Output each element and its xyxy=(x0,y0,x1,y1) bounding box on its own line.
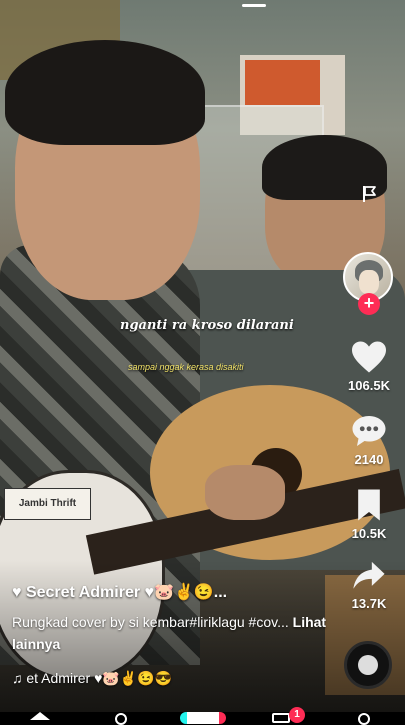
lyric-line-1: nganti ra kroso dilarani xyxy=(120,318,294,333)
share-count: 13.7K xyxy=(351,596,387,611)
share-icon xyxy=(353,561,385,589)
comment-count: 2140 xyxy=(354,452,384,467)
like-count: 106.5K xyxy=(348,378,390,393)
hand-right xyxy=(205,465,285,520)
profile-icon[interactable] xyxy=(358,713,370,725)
home-icon[interactable] xyxy=(30,712,50,720)
comment-icon xyxy=(352,416,386,446)
inbox-icon[interactable] xyxy=(272,713,290,723)
description-text: Rungkad cover by si kembar#liriklagu #co… xyxy=(12,614,289,630)
comment-button[interactable]: 2140 xyxy=(340,414,398,467)
lyric-line-2: sampai nggak kerasa disakiti xyxy=(128,362,244,372)
sound-label[interactable]: ♫ et Admirer ♥🐷✌😉😎 xyxy=(12,670,172,687)
guitar-sticker: Jambi Thrift xyxy=(4,488,91,520)
video-description[interactable]: Rungkad cover by si kembar#liriklagu #co… xyxy=(12,611,332,655)
follow-button[interactable]: + xyxy=(358,293,380,315)
save-count: 10.5K xyxy=(351,526,387,541)
bookmark-icon xyxy=(358,489,380,521)
inbox-badge: 1 xyxy=(289,707,305,723)
heart-icon xyxy=(352,341,386,373)
person-left-hair xyxy=(5,40,205,145)
share-button[interactable]: 13.7K xyxy=(340,560,398,611)
username[interactable]: ♥ Secret Admirer ♥🐷✌😉... xyxy=(12,582,227,602)
like-button[interactable]: 106.5K xyxy=(340,340,398,393)
flag-icon[interactable] xyxy=(360,184,380,204)
friends-icon[interactable] xyxy=(115,713,127,725)
save-button[interactable]: 10.5K xyxy=(340,488,398,541)
top-indicator xyxy=(242,4,266,7)
orange-box xyxy=(245,60,320,105)
music-disc-icon[interactable] xyxy=(344,641,392,689)
bottom-nav xyxy=(0,712,405,725)
create-button[interactable] xyxy=(180,712,226,724)
